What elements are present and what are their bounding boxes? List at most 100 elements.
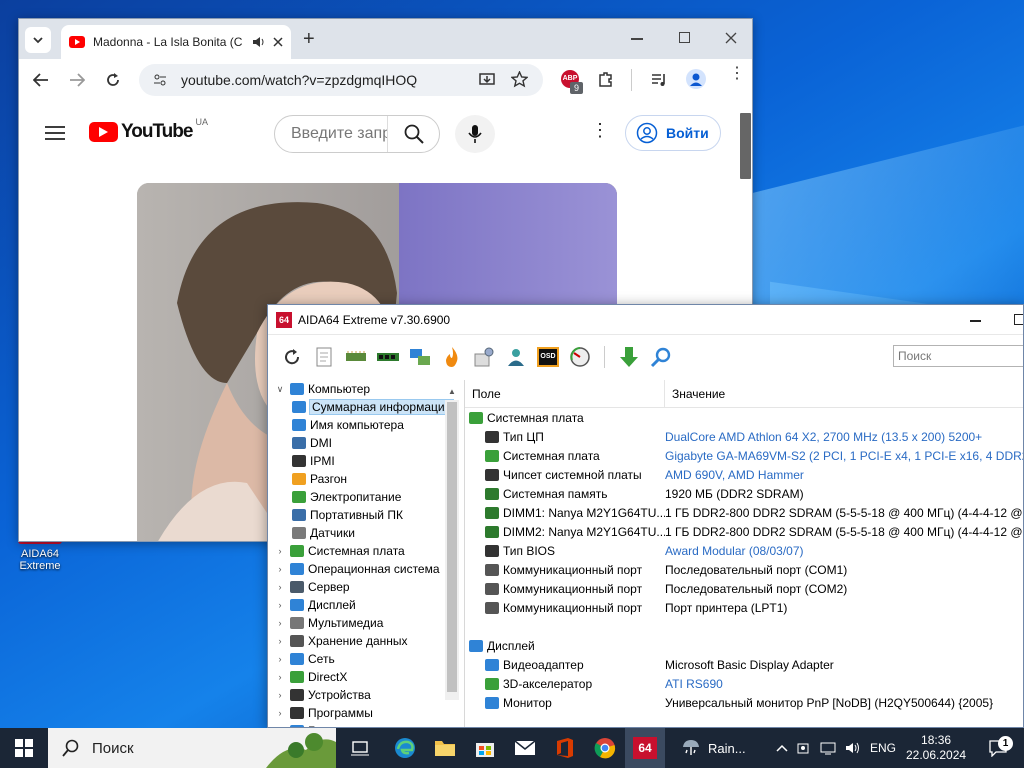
clock[interactable]: 18:36 22.06.2024 <box>906 728 966 768</box>
grid-row[interactable]: Тип BIOS Award Modular (08/03/07) <box>465 541 1023 560</box>
volume-icon[interactable] <box>845 741 861 755</box>
osd-icon[interactable]: OSD <box>536 345 560 369</box>
cpu-icon[interactable] <box>344 345 368 369</box>
tree-item[interactable]: › Программы <box>268 704 463 722</box>
grid-row[interactable]: Тип ЦП DualCore AMD Athlon 64 X2, 2700 MH… <box>465 427 1023 446</box>
scrollbar-thumb[interactable] <box>740 113 751 179</box>
grid-row[interactable]: Чипсет системной платы AMD 690V, AMD Hamm… <box>465 465 1023 484</box>
taskbar-explorer[interactable] <box>425 728 465 768</box>
expand-arrow-icon[interactable]: › <box>274 708 286 718</box>
grid-row[interactable]: Коммуникационный порт Последовательный по… <box>465 579 1023 598</box>
back-arrow-icon[interactable] <box>33 73 49 87</box>
maximize-icon[interactable] <box>679 32 690 43</box>
grid-row[interactable]: 3D-акселератор ATI RS690 <box>465 674 1023 693</box>
scroll-up-arrow[interactable]: ▲ <box>445 385 459 399</box>
tree-item[interactable]: IPMI <box>268 452 463 470</box>
grid-row[interactable]: DIMM2: Nanya M2Y1G64TU... 1 ГБ DDR2-800 D… <box>465 522 1023 541</box>
close-tab-icon[interactable] <box>273 37 283 47</box>
site-info-icon[interactable] <box>153 73 167 87</box>
tree-item[interactable]: DMI <box>268 434 463 452</box>
extensions-puzzle-icon[interactable] <box>597 71 614 88</box>
youtube-logo[interactable]: YouTube UA <box>89 117 208 143</box>
tree-scrollbar-thumb[interactable] <box>447 402 457 692</box>
youtube-search-button[interactable] <box>387 116 439 152</box>
profile-avatar[interactable] <box>686 69 706 89</box>
menu-kebab-icon[interactable]: ⋮ <box>729 66 745 82</box>
tab-search-button[interactable] <box>25 27 51 53</box>
user-icon[interactable] <box>504 345 528 369</box>
taskbar-mail[interactable] <box>505 728 545 768</box>
new-tab-button[interactable]: + <box>303 29 315 49</box>
value-link[interactable]: AMD 690V, AMD Hammer <box>665 468 804 482</box>
aida-maximize-icon[interactable] <box>1014 314 1023 325</box>
value-link[interactable]: DualCore AMD Athlon 64 X2, 2700 MHz (13.… <box>665 430 982 444</box>
column-header-field[interactable]: Поле <box>465 380 665 408</box>
expand-arrow-icon[interactable]: › <box>274 600 286 610</box>
grid-row[interactable]: Системная память 1920 МБ (DDR2 SDRAM) <box>465 484 1023 503</box>
tree-item[interactable]: › Дисплей <box>268 596 463 614</box>
tree-item[interactable]: › Сервер <box>268 578 463 596</box>
tree-item[interactable]: Разгон <box>268 470 463 488</box>
media-control-icon[interactable] <box>651 72 668 88</box>
tree-item[interactable]: Портативный ПК <box>268 506 463 524</box>
voice-search-button[interactable] <box>455 115 495 153</box>
benchmark-gauge-icon[interactable] <box>568 345 592 369</box>
value-link[interactable]: Award Modular (08/03/07) <box>665 544 804 558</box>
grid-row[interactable]: DIMM1: Nanya M2Y1G64TU... 1 ГБ DDR2-800 D… <box>465 503 1023 522</box>
value-link[interactable]: Gigabyte GA-MA69VM-S2 (2 PCI, 1 PCI-E x4… <box>665 449 1023 463</box>
taskbar-edge[interactable] <box>385 728 425 768</box>
aida-minimize-icon[interactable] <box>970 320 981 322</box>
navigation-tree[interactable]: ∨ Компьютер Суммарная информация Имя компью… <box>268 380 463 727</box>
settings-kebab-icon[interactable]: ⋮ <box>591 121 609 139</box>
tab-youtube[interactable]: Madonna - La Isla Bonita (C <box>61 25 291 59</box>
youtube-search-box[interactable]: Введите запрос <box>274 115 440 153</box>
grid-row[interactable]: Монитор Универсальный монитор PnP [NoDB] … <box>465 693 1023 712</box>
memory-icon[interactable] <box>376 345 400 369</box>
taskbar-store[interactable] <box>465 728 505 768</box>
language-indicator[interactable]: ENG <box>870 741 896 755</box>
tree-item[interactable]: › DirectX <box>268 668 463 686</box>
report-icon[interactable] <box>312 345 336 369</box>
hamburger-menu-icon[interactable] <box>45 125 65 141</box>
grid-row[interactable]: Системная плата Gigabyte GA-MA69VM-S2 (2 … <box>465 446 1023 465</box>
expand-arrow-icon[interactable]: › <box>274 582 286 592</box>
url-text[interactable]: youtube.com/watch?v=zpzdgmqIHOQ <box>181 72 417 88</box>
tree-item[interactable]: › Системная плата <box>268 542 463 560</box>
speaker-icon[interactable] <box>251 35 265 49</box>
grid-section-header[interactable]: Системная плата <box>465 408 1023 427</box>
minimize-icon[interactable] <box>631 38 643 40</box>
tree-item[interactable]: › Операционная система <box>268 560 463 578</box>
aida64-window[interactable]: 64 AIDA64 Extreme v7.30.6900 OSD Поиск ∨… <box>267 304 1024 728</box>
refresh-icon[interactable] <box>280 345 304 369</box>
tree-item[interactable]: ∨ Компьютер <box>268 380 463 398</box>
tree-item[interactable]: › Хранение данных <box>268 632 463 650</box>
notification-center[interactable]: 1 <box>978 728 1018 768</box>
tree-scrollbar[interactable]: ▲ <box>445 387 459 700</box>
tree-item[interactable]: Датчики <box>268 524 463 542</box>
tree-item[interactable]: Электропитание <box>268 488 463 506</box>
bookmark-star-icon[interactable] <box>511 71 528 88</box>
tree-item[interactable]: Имя компьютера <box>268 416 463 434</box>
aida-search-input[interactable]: Поиск <box>893 345 1023 367</box>
search-magnifier-icon[interactable] <box>649 345 673 369</box>
close-window-icon[interactable] <box>725 32 737 44</box>
expand-arrow-icon[interactable]: › <box>274 672 286 682</box>
grid-row[interactable]: Коммуникационный порт Последовательный по… <box>465 560 1023 579</box>
download-arrow-icon[interactable] <box>617 345 641 369</box>
signin-button[interactable]: Войти <box>625 115 721 151</box>
network-icon[interactable] <box>408 345 432 369</box>
grid-row[interactable]: Коммуникационный порт Порт принтера (LPT1… <box>465 598 1023 617</box>
flame-icon[interactable] <box>440 345 464 369</box>
expand-arrow-icon[interactable]: › <box>274 546 286 556</box>
task-view-button[interactable] <box>340 728 380 768</box>
collapse-arrow-icon[interactable]: ∨ <box>274 384 286 395</box>
taskbar-office[interactable] <box>545 728 585 768</box>
grid-row[interactable]: Видеоадаптер Microsoft Basic Display Adap… <box>465 655 1023 674</box>
tools-icon[interactable] <box>472 345 496 369</box>
forward-arrow-icon[interactable] <box>69 73 85 87</box>
value-link[interactable]: ATI RS690 <box>665 677 723 691</box>
grid-section-header[interactable]: Дисплей <box>465 636 1023 655</box>
expand-arrow-icon[interactable]: › <box>274 654 286 664</box>
meet-now-icon[interactable] <box>797 741 811 755</box>
taskbar-search-box[interactable]: Поиск <box>48 728 336 768</box>
